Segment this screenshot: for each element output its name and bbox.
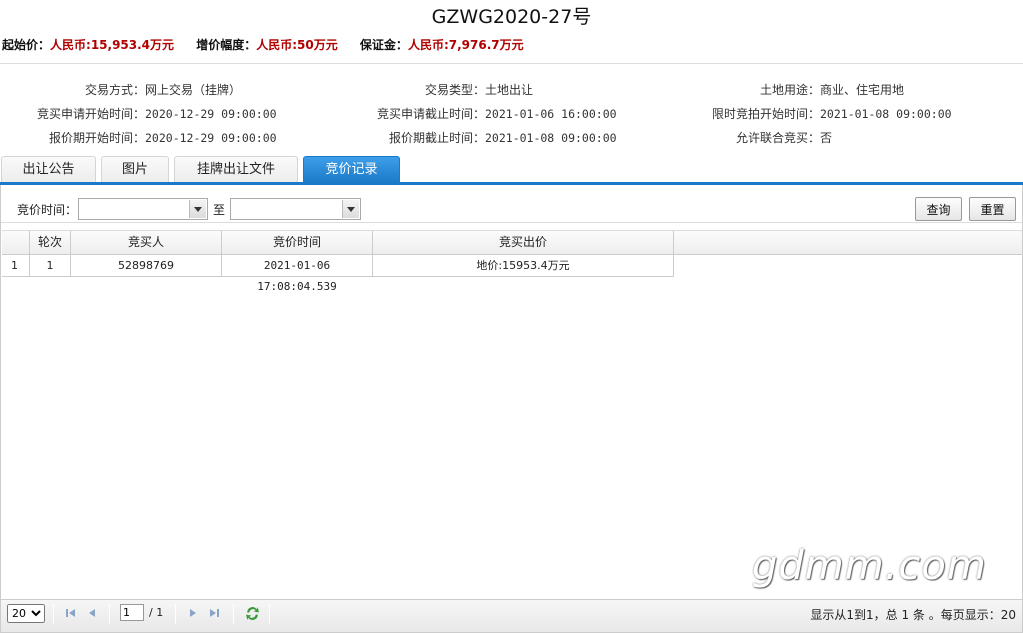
page-title: GZWG2020-27号 (431, 6, 592, 28)
page-size-select[interactable]: 20 (7, 604, 45, 623)
divider (109, 604, 110, 624)
info-label: 报价期截止时间： (388, 131, 485, 145)
bid-records-table: 轮次 竞买人 竞价时间 竞买出价 1 1 52898769 2021-01-06… (2, 230, 1022, 293)
info-label: 报价期开始时间： (48, 131, 145, 145)
info-label: 允许联合竞买： (735, 131, 820, 145)
info-value: 2020-12-29 09:00:00 (145, 107, 277, 121)
first-page-icon[interactable] (64, 606, 78, 620)
info-value: 2021-01-06 16:00:00 (485, 107, 617, 121)
info-label: 交易方式： (84, 83, 145, 97)
filter-toolbar: 竞价时间： 至 查询 重置 (1, 187, 1022, 223)
info-column-3: 土地用途： 商业、住宅用地 限时竞拍开始时间： 2021-01-08 09:00:0… (680, 78, 952, 150)
cell-round: 1 (30, 255, 71, 276)
price-step-value: 人民币:50万元 (256, 38, 338, 52)
info-value: 否 (820, 131, 833, 145)
table-header: 轮次 竞买人 竞价时间 竞买出价 (2, 230, 1022, 255)
tab-bar: 出让公告 图片 挂牌出让文件 竞价记录 (0, 156, 1023, 183)
cell-bidder: 52898769 (71, 255, 222, 276)
divider (0, 63, 1023, 64)
info-label: 土地用途： (759, 83, 820, 97)
chevron-down-icon[interactable] (342, 200, 359, 218)
watermark-logo: gdmm.com (752, 543, 987, 589)
column-header-bid-price[interactable]: 竞买出价 (373, 231, 674, 254)
tab-listing-documents[interactable]: 挂牌出让文件 (174, 156, 298, 183)
column-header-round[interactable]: 轮次 (30, 231, 71, 254)
bid-time-end-select[interactable] (230, 198, 361, 220)
info-value: 2021-01-08 09:00:00 (485, 131, 617, 145)
bid-time-start-select[interactable] (78, 198, 208, 220)
tab-announcement[interactable]: 出让公告 (1, 156, 96, 183)
info-column-1: 交易方式： 网上交易（挂牌） 竞买申请开始时间： 2020-12-29 09:00:… (0, 78, 277, 150)
pagination-bar: 20 / 1 显示从1到1，总 1 条 。每页显示：20 (1, 599, 1022, 632)
divider (175, 604, 176, 624)
info-value: 网上交易（挂牌） (145, 83, 242, 97)
bid-time-label: 竞价时间： (17, 203, 78, 217)
row-number: 1 (2, 255, 30, 276)
cell-bid-price: 地价:15953.4万元 (373, 255, 674, 276)
total-pages: / 1 (149, 606, 164, 619)
pagination-summary: 显示从1到1，总 1 条 。每页显示：20 (810, 608, 1016, 622)
tab-images[interactable]: 图片 (101, 156, 169, 183)
divider (269, 604, 270, 624)
to-label: 至 (213, 203, 226, 217)
next-page-icon[interactable] (186, 606, 200, 620)
info-label: 竞买申请截止时间： (376, 107, 485, 121)
divider (53, 604, 54, 624)
previous-page-icon[interactable] (85, 606, 99, 620)
refresh-icon[interactable] (244, 605, 261, 622)
info-column-2: 交易类型： 土地出让 竞买申请截止时间： 2021-01-06 16:00:00 报… (340, 78, 617, 150)
info-label: 交易类型： (424, 83, 485, 97)
table-row[interactable]: 1 1 52898769 2021-01-06 17:08:04.539 地价:… (2, 255, 674, 293)
deposit-label: 保证金： (359, 38, 408, 52)
info-value: 2020-12-29 09:00:00 (145, 131, 277, 145)
cell-bid-time: 2021-01-06 17:08:04.539 (222, 255, 373, 293)
row-number-header (2, 231, 30, 254)
chevron-down-icon[interactable] (189, 200, 206, 218)
reset-button[interactable]: 重置 (969, 197, 1016, 221)
tab-bid-records[interactable]: 竞价记录 (303, 156, 400, 183)
info-label: 限时竞拍开始时间： (711, 107, 820, 121)
query-button[interactable]: 查询 (915, 197, 962, 221)
price-step-label: 增价幅度： (196, 38, 257, 52)
page-number-input[interactable] (120, 604, 144, 621)
info-value: 商业、住宅用地 (820, 83, 905, 97)
info-value: 土地出让 (485, 83, 534, 97)
last-page-icon[interactable] (207, 606, 221, 620)
info-value: 2021-01-08 09:00:00 (820, 107, 952, 121)
start-price-value: 人民币:15,953.4万元 (50, 38, 175, 52)
column-header-bidder[interactable]: 竞买人 (71, 231, 222, 254)
deposit-value: 人民币:7,976.7万元 (407, 38, 524, 52)
start-price-label: 起始价： (2, 38, 51, 52)
column-header-bid-time[interactable]: 竞价时间 (222, 231, 373, 254)
price-summary: 起始价：人民币:15,953.4万元 增价幅度：人民币:50万元 保证金：人民币… (2, 36, 542, 53)
divider (233, 604, 234, 624)
info-label: 竞买申请开始时间： (36, 107, 145, 121)
